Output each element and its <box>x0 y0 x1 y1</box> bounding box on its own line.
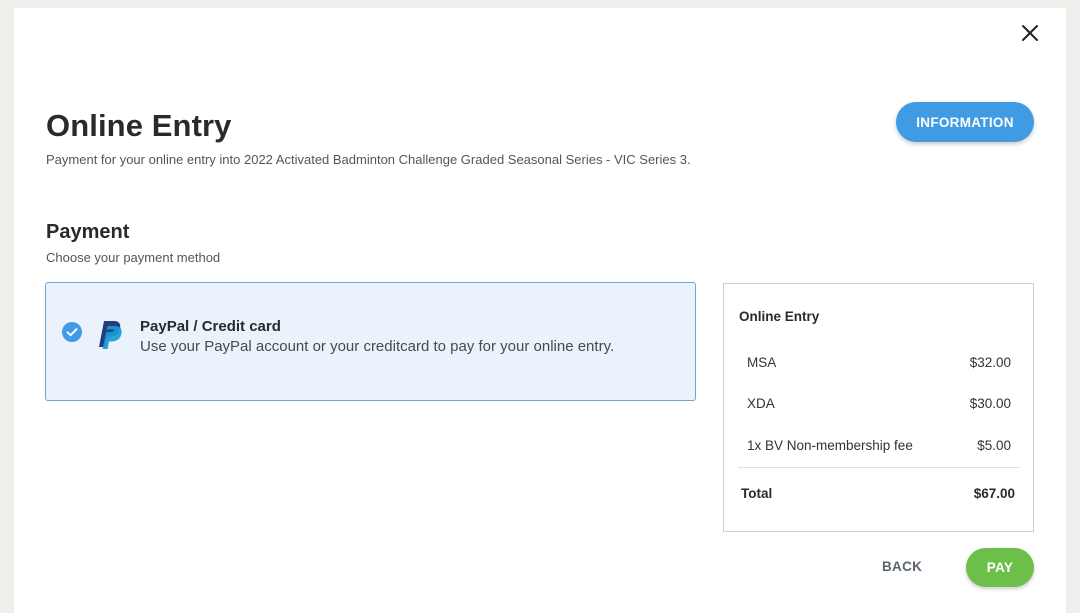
summary-divider <box>738 467 1020 468</box>
line-item-amount: $30.00 <box>969 396 1011 411</box>
pay-button[interactable]: PAY <box>966 548 1034 587</box>
paypal-icon <box>95 319 123 351</box>
information-button[interactable]: INFORMATION <box>896 102 1034 142</box>
line-item-amount: $5.00 <box>977 438 1011 453</box>
page-subtitle: Payment for your online entry into 2022 … <box>46 152 691 167</box>
line-item-label: MSA <box>747 355 777 370</box>
summary-line-item: XDA $30.00 <box>747 396 1011 411</box>
payment-section-title: Payment <box>46 221 130 243</box>
total-amount: $67.00 <box>973 486 1015 501</box>
order-summary: Online Entry MSA $32.00 XDA $30.00 1x BV… <box>723 283 1034 532</box>
summary-total-row: Total $67.00 <box>741 486 1015 501</box>
line-item-label: 1x BV Non-membership fee <box>747 438 913 453</box>
check-circle-icon <box>62 322 82 342</box>
summary-title: Online Entry <box>739 309 820 324</box>
line-item-label: XDA <box>747 396 775 411</box>
back-button[interactable]: BACK <box>882 559 922 574</box>
online-entry-modal: Online Entry Payment for your online ent… <box>14 8 1066 613</box>
summary-line-item: MSA $32.00 <box>747 355 1011 370</box>
page-title: Online Entry <box>46 108 232 143</box>
line-item-amount: $32.00 <box>969 355 1011 370</box>
payment-method-title: PayPal / Credit card <box>140 318 281 335</box>
close-icon[interactable] <box>1019 22 1041 44</box>
payment-section-subtitle: Choose your payment method <box>46 250 221 265</box>
payment-method-description: Use your PayPal account or your creditca… <box>140 338 615 355</box>
payment-method-paypal[interactable]: PayPal / Credit card Use your PayPal acc… <box>45 282 696 401</box>
summary-line-item: 1x BV Non-membership fee $5.00 <box>747 438 1011 453</box>
total-label: Total <box>741 486 773 501</box>
